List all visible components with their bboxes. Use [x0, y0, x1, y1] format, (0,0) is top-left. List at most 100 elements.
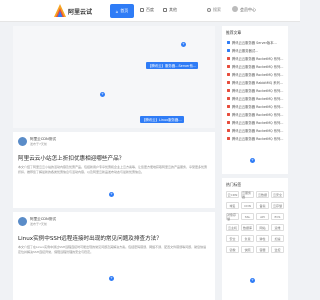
nav-other[interactable]: 其他: [163, 7, 177, 13]
tag-link[interactable]: 监控: [271, 246, 284, 253]
tag-link[interactable]: 备案: [256, 202, 269, 209]
post-date: 发布于7天前: [30, 142, 47, 146]
post-excerpt: 本文介绍了在Linux实例中通过SSH远程连接时可能出现的常见问题及其解决方案。…: [18, 245, 207, 254]
post-plus-icon[interactable]: +: [109, 276, 114, 281]
user-avatar-icon[interactable]: [232, 6, 238, 12]
login-link[interactable]: 会员中心: [240, 7, 256, 13]
slider-caption[interactable]: 【腾讯云】服务器…Server系…: [146, 62, 199, 69]
tags-title: 热门标签: [226, 182, 242, 187]
folder-icon: [163, 8, 167, 12]
slider-plus-icon[interactable]: +: [181, 42, 186, 47]
top-header: 阿里云试 ⌂ 首页 百度 其他 搜索 会员中心: [0, 0, 300, 22]
tag-link[interactable]: API: [256, 213, 269, 220]
bullet-icon: [227, 113, 230, 116]
recommend-item-label: 腾讯云云服务器 RocketMQ 系列...: [232, 73, 284, 77]
recommend-item-label: 腾讯云云服务器 RocketMQ 系列...: [232, 65, 284, 69]
post-card: 阿里云CDN测试 发布于7天前 Linux实例中SSH远程连接时出现的常见问题及…: [13, 212, 215, 300]
post-title[interactable]: Linux实例中SSH远程连接时出现的常见问题及排查方法？: [18, 234, 162, 242]
recommend-item[interactable]: 腾讯云云服务器 RocketMQ 系列...: [227, 120, 287, 125]
slider-caption[interactable]: 【腾讯云】Linux服务器…: [140, 116, 184, 123]
tag-link[interactable]: 容器: [256, 246, 269, 253]
search-button[interactable]: 搜索: [207, 7, 221, 13]
bullet-icon: [227, 57, 230, 60]
tag-link[interactable]: 数据库: [241, 224, 254, 231]
tag-link[interactable]: SSL: [241, 213, 254, 220]
recommend-item[interactable]: 腾讯云服务器试...: [227, 48, 287, 53]
site-logo-icon[interactable]: [54, 4, 66, 17]
bullet-icon: [227, 65, 230, 68]
recommend-item-label: 腾讯云云服务器 RocketMQ 系列...: [232, 89, 284, 93]
bullet-icon: [227, 121, 230, 124]
bullet-icon: [227, 97, 230, 100]
recommend-item[interactable]: 腾讯云云服务器 RocketMQ 系列...: [227, 104, 287, 109]
tag-link[interactable]: CDN: [241, 202, 254, 209]
tags-panel: 热门标签 云CDN 云服务器 云数据 云安全域名 CDN 备案 云存储对象存储 SSL API E…: [222, 178, 288, 300]
recommend-panel: 推荐文章 腾讯云云服务器 Server版本... 腾讯云服务器试... 腾讯云云…: [222, 26, 288, 174]
sidebar-plus-icon[interactable]: +: [250, 158, 255, 163]
recommend-item[interactable]: 腾讯云云服务器 RocketMQ 系列...: [227, 88, 287, 93]
recommend-item[interactable]: 腾讯云云服务器 RocketMQ 系列...: [227, 136, 287, 141]
recommend-item[interactable]: 腾讯云云服务器 Server版本...: [227, 40, 287, 45]
recommend-item-label: 腾讯云云服务器 RocketMQ 系列...: [232, 137, 284, 141]
post-excerpt: 本文介绍了阿里云云小站的活动内容及优惠产品。包括新用户专享优惠和企业上云方案等，…: [18, 165, 208, 174]
recommend-item[interactable]: 腾讯云云服务器 RocketMQ 系列...: [227, 56, 287, 61]
recommend-item-label: 腾讯云云服务器 RocketMQ 系列...: [232, 105, 284, 109]
recommend-item-label: 腾讯云云服务器 RabbitMQ 系列...: [232, 81, 283, 85]
search-label: 搜索: [213, 7, 221, 12]
recommend-item-label: 腾讯云云服务器 RocketMQ 系列...: [232, 97, 284, 101]
recommend-item-label: 腾讯云云服务器 RocketMQ 系列...: [232, 121, 284, 125]
recommend-item[interactable]: 腾讯云云服务器 RocketMQ 系列...: [227, 96, 287, 101]
recommend-item[interactable]: 腾讯云云服务器 RabbitMQ 系列...: [227, 80, 287, 85]
nav-baidu-label: 百度: [146, 7, 154, 12]
nav-other-label: 其他: [169, 7, 177, 12]
bullet-icon: [227, 81, 230, 84]
tag-link[interactable]: 负载: [241, 235, 254, 242]
tag-link[interactable]: 镜像: [226, 246, 239, 253]
bullet-icon: [227, 105, 230, 108]
tag-link[interactable]: 云主机: [226, 224, 239, 231]
recommend-item-label: 腾讯云云服务器 RocketMQ 系列...: [232, 113, 284, 117]
slider-plus-icon[interactable]: +: [100, 92, 105, 97]
recommend-item[interactable]: 腾讯云云服务器 RocketMQ 系列...: [227, 112, 287, 117]
recommend-item[interactable]: 腾讯云云服务器 RocketMQ 系列...: [227, 128, 287, 133]
post-title[interactable]: 阿里云云小站怎上折扣优惠相迎哪些产品？: [18, 154, 124, 162]
recommend-item-label: 腾讯云云服务器 RocketMQ 系列...: [232, 129, 284, 133]
recommend-item-label: 腾讯云云服务器 RocketMQ 系列...: [232, 57, 284, 61]
nav-home[interactable]: ⌂ 首页: [110, 4, 134, 18]
search-icon: [207, 8, 211, 12]
tag-link[interactable]: 快照: [241, 246, 254, 253]
recommend-item-label: 腾讯云云服务器 Server版本...: [232, 41, 277, 45]
bullet-icon: [227, 73, 230, 76]
tag-link[interactable]: ECS: [271, 213, 284, 220]
tag-link[interactable]: 运维: [271, 224, 284, 231]
site-name[interactable]: 阿里云试: [68, 7, 92, 16]
tag-link[interactable]: 云数据: [256, 191, 269, 198]
home-icon: ⌂: [115, 8, 119, 14]
bullet-icon: [227, 129, 230, 132]
tag-link[interactable]: 云安全: [271, 191, 284, 198]
grid-icon: [140, 8, 144, 12]
tag-link[interactable]: 安全: [226, 235, 239, 242]
recommend-item[interactable]: 腾讯云云服务器 RocketMQ 系列...: [227, 64, 287, 69]
post-card: 阿里云CDN测试 发布于7天前 阿里云云小站怎上折扣优惠相迎哪些产品？ 本文介绍…: [13, 132, 215, 208]
bullet-icon: [227, 49, 230, 52]
tag-link[interactable]: 云CDN: [226, 191, 239, 198]
tag-link[interactable]: 域名: [226, 202, 239, 209]
tag-link[interactable]: 云服务器: [241, 191, 254, 199]
tag-link[interactable]: 网站: [256, 224, 269, 231]
post-date: 发布于7天前: [30, 222, 47, 226]
tag-link[interactable]: 加速: [271, 235, 284, 242]
sidebar-plus-icon[interactable]: +: [250, 278, 255, 283]
post-plus-icon[interactable]: +: [109, 192, 114, 197]
avatar[interactable]: [18, 217, 27, 226]
avatar[interactable]: [18, 137, 27, 146]
tag-link[interactable]: 弹性: [256, 235, 269, 242]
bullet-icon: [227, 41, 230, 44]
recommend-item[interactable]: 腾讯云云服务器 RocketMQ 系列...: [227, 72, 287, 77]
tag-link[interactable]: 对象存储: [226, 213, 239, 221]
recommend-item-label: 腾讯云服务器试...: [232, 49, 259, 53]
tag-link[interactable]: 云存储: [271, 202, 284, 209]
bullet-icon: [227, 137, 230, 140]
bullet-icon: [227, 89, 230, 92]
nav-baidu[interactable]: 百度: [140, 7, 154, 13]
